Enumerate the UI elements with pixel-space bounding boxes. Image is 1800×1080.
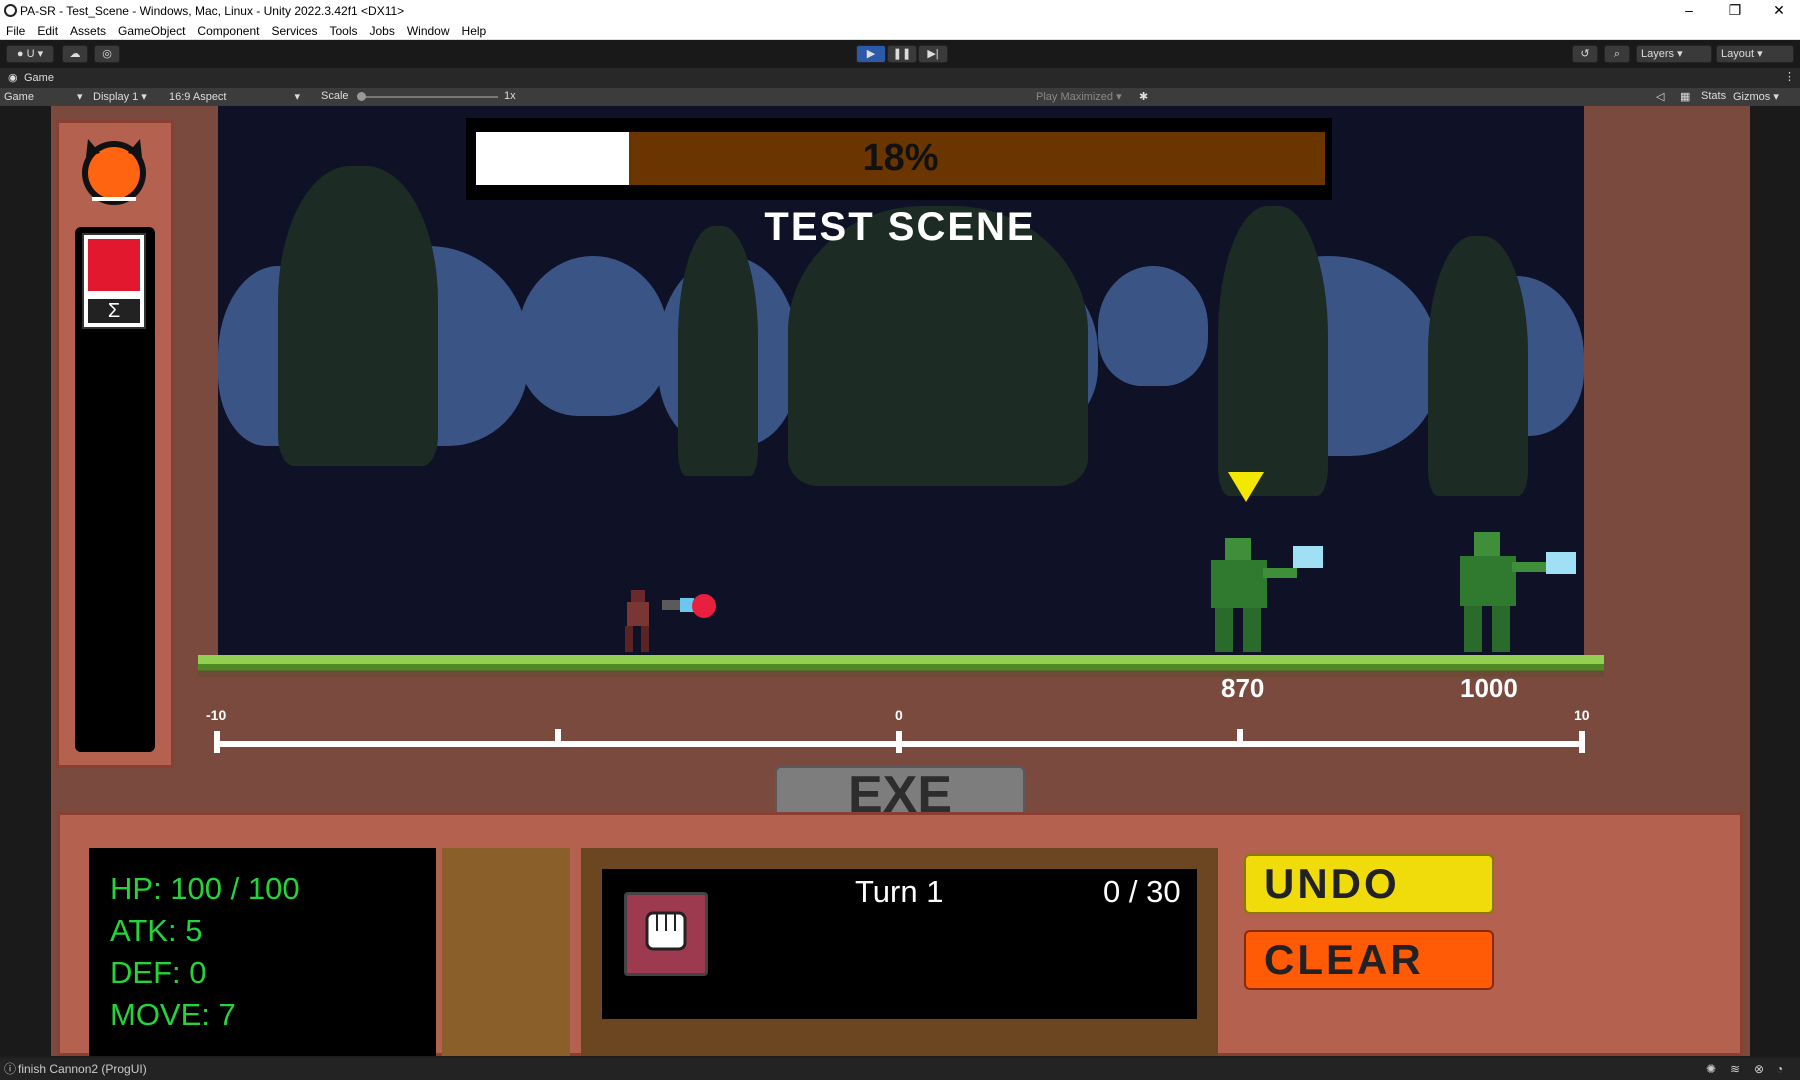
play-maximized-dropdown[interactable]: Play Maximized ▾ [1036,90,1122,103]
menu-window[interactable]: Window [401,24,456,38]
timeline-tick [214,731,220,753]
scale-slider-handle[interactable] [357,92,366,101]
play-button[interactable]: ▶ [856,45,886,63]
pause-button[interactable]: ❚❚ [887,45,917,63]
sum-icon: Σ [88,299,140,323]
timeline-max-label: 10 [1574,707,1590,723]
game-mode-dropdown[interactable]: Game ▾ [4,90,83,103]
menu-help[interactable]: Help [456,24,493,38]
status-bar: ⓘ finish Cannon2 (ProgUI) ✺ ≋ ⊗ ◔ [0,1058,1800,1080]
timeline-min-label: -10 [206,707,227,723]
network-icon[interactable]: ≋ [1730,1058,1740,1080]
empty-slot-panel [442,848,570,1056]
menu-edit[interactable]: Edit [31,24,64,38]
cannon-icon [662,592,718,620]
scale-label: Scale [321,90,349,102]
layout-dropdown[interactable]: Layout ▾ [1716,45,1794,63]
card-stack-icon [88,239,140,291]
game-tab-icon: ◉ [8,72,18,84]
close-icon[interactable]: ✕ [1756,0,1800,22]
timeline-tick [896,731,902,753]
def-stat: DEF: 0 [110,955,207,990]
timeline-tick [555,729,561,743]
scene-title: TEST SCENE [764,205,1036,249]
turn-counter: 0 / 30 [1103,874,1181,909]
stats-button[interactable]: Stats [1701,90,1726,102]
progress-percent: 18% [862,137,939,179]
clear-button[interactable]: CLEAR [1244,930,1494,990]
cloud-icon[interactable]: ☁ [62,45,88,63]
menu-gameobject[interactable]: GameObject [112,24,191,38]
account-button[interactable]: ● U ▾ [6,45,54,63]
progress-icon[interactable]: ◔ [1776,1058,1783,1080]
deck-card[interactable]: Σ [82,233,146,329]
status-message[interactable]: finish Cannon2 (ProgUI) [18,1058,147,1080]
enemy-position-label: 1000 [1460,673,1518,703]
collab-icon[interactable]: ◎ [94,45,120,63]
target-indicator-icon [1228,472,1264,507]
search-icon[interactable]: ⌕ [1604,45,1630,63]
scale-slider[interactable] [358,96,498,98]
menu-file[interactable]: File [0,24,31,38]
goblin-enemy-2 [1442,532,1582,652]
left-wall [174,106,218,676]
menu-tools[interactable]: Tools [323,24,363,38]
fist-icon[interactable] [624,892,708,976]
game-view-toolbar: Game ▾ Display 1 ▾ 16:9 Aspect ▾ Scale 1x… [0,88,1800,106]
cache-icon[interactable]: ⊗ [1754,1058,1764,1080]
lighting-icon[interactable]: ✺ [1706,1058,1716,1080]
tab-game[interactable]: Game [24,72,54,84]
step-button[interactable]: ▶| [918,45,948,63]
timeline-tick [1579,731,1585,753]
account-icon: ● [16,48,24,60]
timeline-zero-label: 0 [895,707,903,723]
unity-logo-icon [4,4,17,17]
minimize-icon[interactable]: – [1666,0,1712,22]
turn-label: Turn 1 [855,874,944,909]
audio-mute-icon[interactable]: ◁ [1656,90,1664,103]
main-toolbar: ● U ▾ ☁ ◎ ▶ ❚❚ ▶| ↺ ⌕ Layers ▾ Layout ▾ [0,40,1800,68]
aspect-dropdown[interactable]: 16:9 Aspect ▾ [169,90,300,103]
atk-stat: ATK: 5 [110,913,203,948]
layers-dropdown[interactable]: Layers ▾ [1636,45,1712,63]
window-title-bar: PA-SR - Test_Scene - Windows, Mac, Linux… [0,0,1800,22]
right-wall [1585,106,1750,806]
display-dropdown[interactable]: Display 1 ▾ [93,90,147,103]
undo-button[interactable]: UNDO [1244,854,1494,914]
scale-value: 1x [504,90,516,102]
timeline-tick [1237,729,1243,743]
character-portrait-icon [78,135,150,207]
gizmos-dropdown[interactable]: Gizmos ▾ [1733,90,1779,103]
menu-services[interactable]: Services [265,24,323,38]
hp-stat: HP: 100 / 100 [110,871,300,906]
menu-assets[interactable]: Assets [64,24,112,38]
grid-icon[interactable]: ▦ [1680,90,1690,103]
enemy-position-label: 870 [1221,673,1265,703]
game-tab-bar: ◉ Game ⋮ [0,68,1800,88]
bug-icon[interactable]: ✱ [1139,90,1148,103]
menu-bar: File Edit Assets GameObject Component Se… [0,22,1800,40]
more-options-icon[interactable]: ⋮ [1784,70,1795,83]
restore-icon[interactable]: ❐ [1712,0,1758,22]
stats-panel: HP: 100 / 100 ATK: 5 DEF: 0 MOVE: 7 [89,848,436,1056]
player-character [617,590,661,652]
menu-component[interactable]: Component [191,24,265,38]
goblin-enemy-1 [1193,538,1333,652]
grass-ground [198,655,1604,677]
info-icon: ⓘ [4,1062,17,1076]
menu-jobs[interactable]: Jobs [363,24,400,38]
history-icon[interactable]: ↺ [1572,45,1598,63]
window-title: PA-SR - Test_Scene - Windows, Mac, Linux… [20,4,405,18]
move-stat: MOVE: 7 [110,997,236,1032]
